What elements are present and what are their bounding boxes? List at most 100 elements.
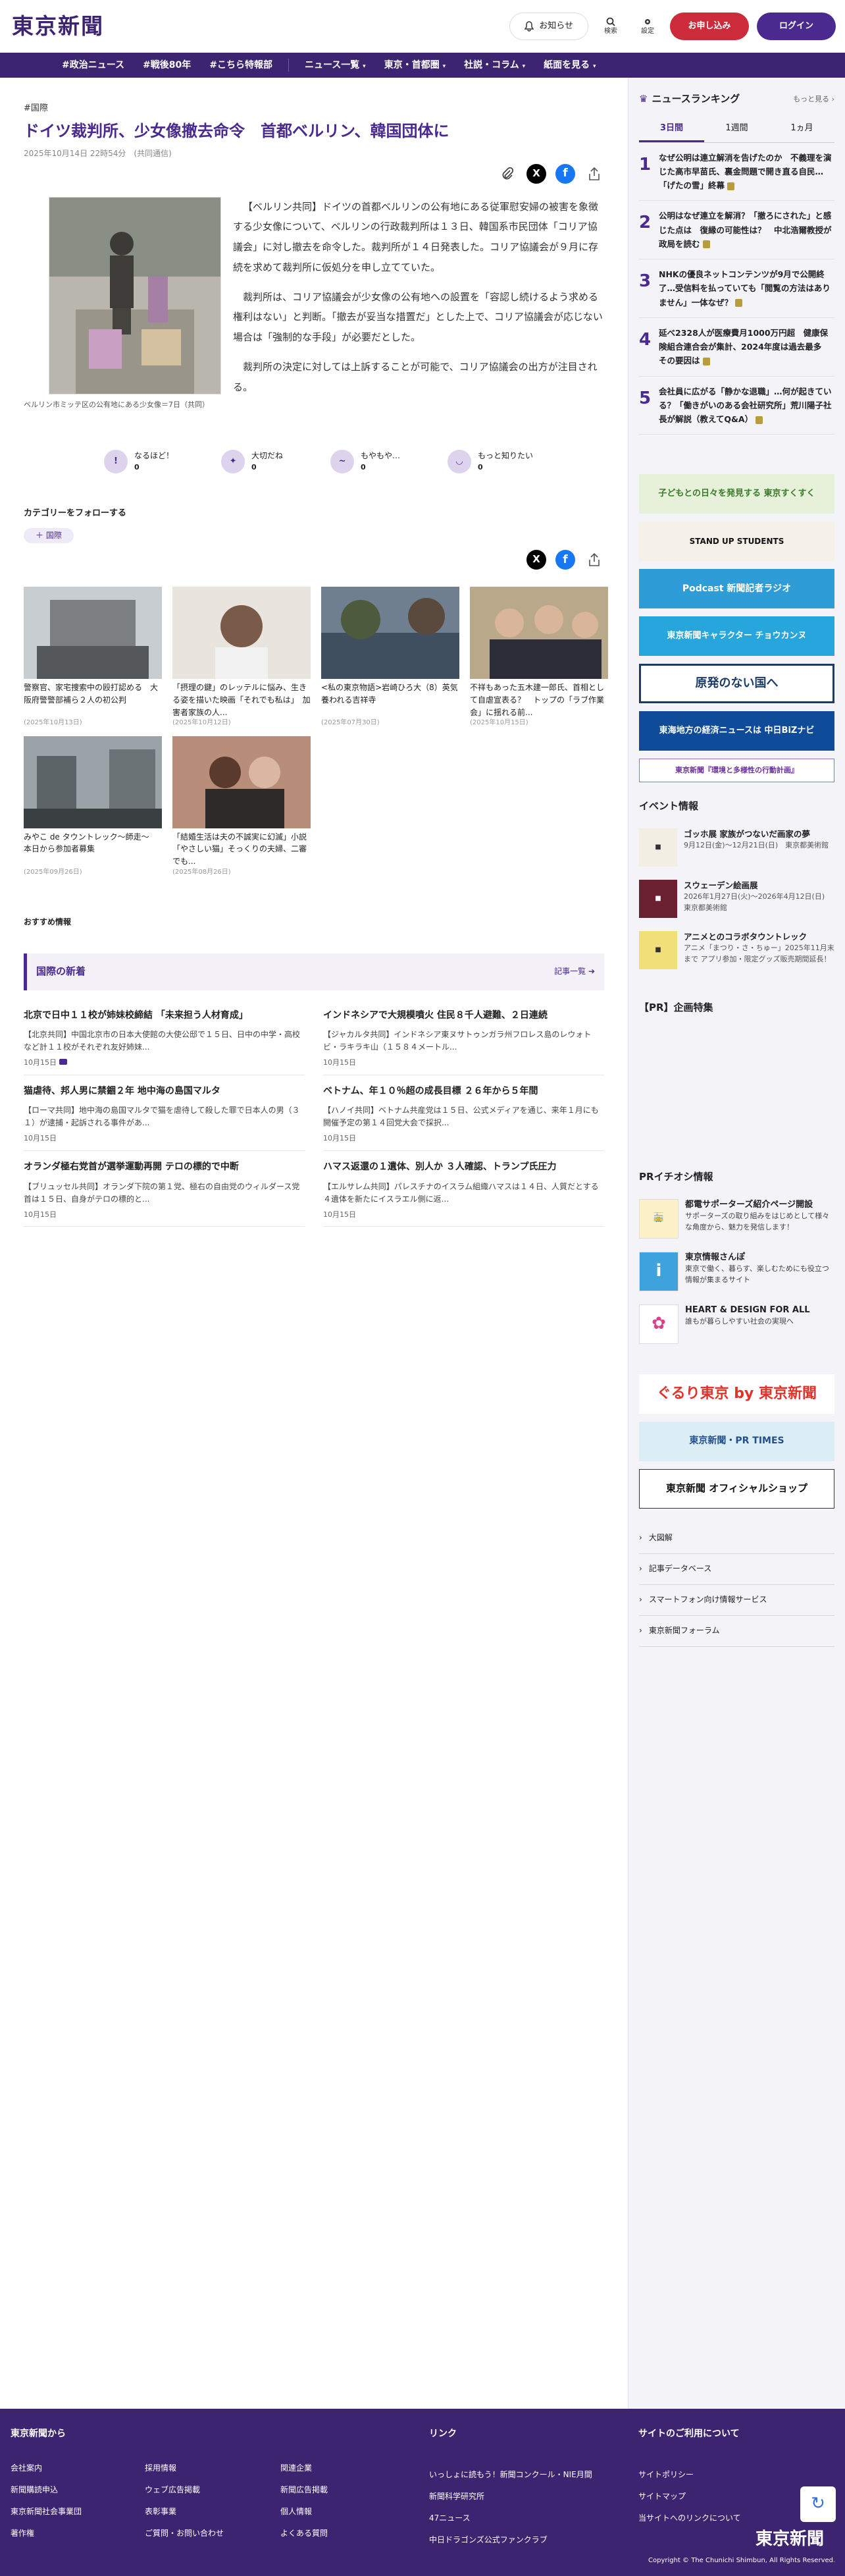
banner-gururi-tokyo[interactable]: ぐるり東京 by 東京新聞 <box>639 1374 834 1414</box>
share-button[interactable] <box>584 164 604 184</box>
ranking-tabs: 3日間 1週間 1ヵ月 <box>639 117 834 143</box>
footer-link[interactable]: 採用情報 <box>145 2463 176 2474</box>
event-item[interactable]: ■ スウェーデン絵画展 2026年1月27日(火)〜2026年4月12日(日) 東京… <box>639 873 834 925</box>
news-item[interactable]: 北京で日中１１校が姉妹校締結 「未来担う人材育成」 【北京共同】中国北京市の日本大… <box>24 1000 305 1075</box>
related-title: <私の東京物語>岩崎ひろ大（8）英気養われる吉祥寺 <box>321 683 458 705</box>
pr-item[interactable]: 🚋 都電サポーターズ紹介ページ開設 サポーターズの取り組みをはじめとして様々な角度か… <box>639 1193 834 1245</box>
event-item[interactable]: ■ ゴッホ展 家族がつないだ画家の夢 9月12日(金)〜12月21日(日) 東京都美… <box>639 822 834 873</box>
side-link[interactable]: › スマートフォン向け情報サービス <box>639 1585 834 1616</box>
ranking-more-link[interactable]: もっと見る › <box>793 94 834 105</box>
reaction-moyamoya[interactable]: ~ もやもや… 0 <box>330 450 400 474</box>
recaptcha-badge[interactable]: ↻ <box>800 2486 836 2522</box>
footer-link[interactable]: 新聞広告掲載 <box>280 2484 328 2496</box>
banner-action-plan[interactable]: 東京新聞『環境と多様性の行動計画』 <box>639 759 834 783</box>
footer-link[interactable]: 47ニュース <box>429 2513 471 2524</box>
banner-stand-up-students[interactable]: STAND UP STUDENTS <box>639 522 834 562</box>
banner-pr-times[interactable]: 東京新聞・PR TIMES <box>639 1421 834 1461</box>
login-button[interactable]: ログイン <box>757 13 836 40</box>
related-card[interactable]: 警察官、家宅捜索中の殴打認める 大阪府警警部補ら２人の初公判 (2025年10月… <box>24 587 162 728</box>
ranking-item[interactable]: 3 NHKの優良ネットコンテンツが9月で公開終了…受信料を払っていても「閲覧の方法… <box>639 259 834 318</box>
nav-tag-politics[interactable]: #政治ニュース <box>53 59 134 72</box>
follow-category-tag[interactable]: ＋ 国際 <box>24 527 74 544</box>
notification-button[interactable]: お知らせ <box>509 13 588 40</box>
banner-biz-navi[interactable]: 東海地方の経済ニュースは 中日BiZナビ <box>639 711 834 751</box>
footer-link[interactable]: ウェブ広告掲載 <box>145 2484 200 2496</box>
news-item[interactable]: 猫虐待、邦人男に禁錮２年 地中海の島国マルタ 【ローマ共同】地中海の島国マルタで猫… <box>24 1075 305 1152</box>
follow-category-heading: カテゴリーをフォローする <box>24 508 127 519</box>
news-item[interactable]: ハマス返還の１遺体、別人か ３人確認、トランプ氏圧力 【エルサレム共同】パレスチナ… <box>323 1151 604 1227</box>
footer-link[interactable]: いっしょに読もう！新聞コンクール・NIE月間 <box>429 2469 592 2481</box>
banner-sukusuku[interactable]: 子どもとの日々を発見する 東京すくすく <box>639 474 834 514</box>
article-category-tag[interactable]: #国際 <box>24 103 604 115</box>
related-thumbnail <box>172 736 311 828</box>
cloud-icon: ~ <box>330 450 355 474</box>
footer-link[interactable]: 関連企業 <box>280 2463 312 2474</box>
related-card[interactable]: <私の東京物語>岩崎ひろ大（8）英気養われる吉祥寺 (2025年07月30日) <box>321 587 459 728</box>
clip-button[interactable] <box>498 164 517 184</box>
settings-button[interactable]: 設定 <box>633 17 662 36</box>
reaction-want-more[interactable]: ◡ もっと知りたい 0 <box>448 450 533 474</box>
ranking-item[interactable]: 1 なぜ公明は連立解消を告げたのか 不義理を演じた高市早苗氏、裏金問題で開き直る自… <box>639 143 834 201</box>
side-link[interactable]: › 記事データベース <box>639 1554 834 1585</box>
footer-link[interactable]: 東京新聞社会事業団 <box>11 2506 82 2517</box>
x-share-button[interactable]: X <box>526 163 546 184</box>
related-card[interactable]: 不祥もあった五木建一郎氏、首相として自虐宣表る？ トップの「ラブ作業会」に揺れる… <box>470 587 608 728</box>
nav-menu-news[interactable]: ニュース一覧 ▾ <box>295 59 375 72</box>
nav-tag-postwar[interactable]: #戦後80年 <box>134 59 200 72</box>
footer-link[interactable]: 中日ドラゴンズ公式ファンクラブ <box>429 2535 548 2546</box>
ranking-item[interactable]: 4 延べ2328人が医療費月1000万円超 健康保険組合連合会が集計、2024年度… <box>639 318 834 377</box>
footer-link[interactable]: 新聞科学研究所 <box>429 2491 484 2502</box>
chevron-down-icon: ▾ <box>442 63 446 70</box>
share-button[interactable] <box>584 550 604 570</box>
facebook-share-button[interactable]: f <box>555 550 575 570</box>
footer-link[interactable]: 当サイトへのリンクについて <box>638 2513 741 2524</box>
footer-link[interactable]: よくある質問 <box>280 2528 328 2539</box>
news-item[interactable]: ベトナム、年１０％超の成長目標 ２６年から５年間 【ハノイ共同】ベトナム共産党は１… <box>323 1075 604 1152</box>
x-share-button[interactable]: X <box>526 550 546 570</box>
nav-menu-editorial[interactable]: 社説・コラム ▾ <box>455 59 534 72</box>
news-item[interactable]: オランダ極右党首が選挙運動再開 テロの標的で中断 【ブリュッセル共同】オランダ下院… <box>24 1151 305 1227</box>
news-item[interactable]: インドネシアで大規模噴火 住民８千人避難、２日連続 【ジャカルタ共同】インドネシア… <box>323 1000 604 1075</box>
latest-more-link[interactable]: 記事一覧 ➔ <box>554 966 595 977</box>
pr-item[interactable]: ✿ HEART & DESIGN FOR ALL 誰もが暮らしやすい社会の実現へ <box>639 1298 834 1351</box>
footer-link[interactable]: 著作権 <box>11 2528 34 2539</box>
related-card[interactable]: 「摂理の鍵」のレッテルに悩み、生きる姿を描いた映画「それでも私は」 加害者家族の… <box>172 587 311 728</box>
pr-item[interactable]: i 東京情報さんぽ 東京で働く、暮らす、楽しむためにも役立つ情報が集まるサイト <box>639 1245 834 1298</box>
banner-chokanu[interactable]: 東京新聞キャラクター チョウカンヌ <box>639 616 834 657</box>
side-link[interactable]: › 東京新聞フォーラム <box>639 1616 834 1647</box>
tab-3days[interactable]: 3日間 <box>639 117 704 142</box>
nav-menu-tokyo[interactable]: 東京・首都圏 ▾ <box>375 59 455 72</box>
banner-podcast[interactable]: Podcast 新聞記者ラジオ <box>639 569 834 609</box>
facebook-share-button[interactable]: f <box>555 163 575 184</box>
reaction-naruhodo[interactable]: ! なるほど！ 0 <box>104 450 174 474</box>
footer-logo[interactable]: 東京新聞 <box>755 2527 824 2552</box>
tab-1week[interactable]: 1週間 <box>704 117 769 142</box>
rank-title-label: なぜ公明は連立解消を告げたのか 不義理を演じた高市早苗氏、裏金問題で開き直る自民… <box>659 152 832 191</box>
site-logo[interactable]: 東京新聞 <box>12 11 104 42</box>
footer-link[interactable]: 新聞購読申込 <box>11 2484 58 2496</box>
reaction-important[interactable]: ✦ 大切だね 0 <box>221 450 283 474</box>
nav-menu-paper[interactable]: 紙面を見る ▾ <box>534 59 605 72</box>
ranking-item[interactable]: 5 会社員に広がる「静かな退職」…何が起きている？「働きがいのある会社研究所」荒川… <box>639 377 834 435</box>
side-link[interactable]: › 大図解 <box>639 1523 834 1554</box>
footer-link[interactable]: 表彰事業 <box>145 2506 176 2517</box>
apply-button[interactable]: お申し込み <box>670 13 749 40</box>
tab-1month[interactable]: 1ヵ月 <box>769 117 834 142</box>
footer-link[interactable]: サイトポリシー <box>638 2469 694 2481</box>
search-button[interactable]: 検索 <box>596 17 625 36</box>
related-card[interactable]: みやこ de タウントレック〜師走〜 本日から参加者募集 (2025年09月26… <box>24 736 162 878</box>
nav-tag-special[interactable]: #こちら特報部 <box>200 59 282 72</box>
rank-title-label: 延べ2328人が医療費月1000万円超 健康保険組合連合会が集計、2024年度は… <box>659 327 830 366</box>
footer-link[interactable]: 個人情報 <box>280 2506 312 2517</box>
footer-link[interactable]: サイトマップ <box>638 2491 686 2502</box>
related-card[interactable]: 「結婚生活は夫の不誠実に幻滅」小説「やさしい猫」そっくりの夫婦、二審でも... … <box>172 736 311 878</box>
face-icon: ◡ <box>448 450 472 474</box>
event-item[interactable]: ■ アニメとのコラボタウントレック アニメ「まつり・さ・ちゅー」2025年11月末ま… <box>639 925 834 976</box>
banner-official-shop[interactable]: 東京新聞 オフィシャルショップ <box>639 1468 834 1509</box>
footer-link[interactable]: 会社案内 <box>11 2463 42 2474</box>
footer-link[interactable]: ご質問・お問い合わせ <box>145 2528 224 2539</box>
banner-no-nuclear[interactable]: 原発のない国へ <box>639 664 834 704</box>
reaction-count: 0 <box>251 462 257 471</box>
article-photo[interactable] <box>49 196 221 394</box>
ranking-item[interactable]: 2 公明はなぜ連立を解消？「撤ろにされた」と感じた点は 復縁の可能性は？ 中北浩爾… <box>639 201 834 260</box>
